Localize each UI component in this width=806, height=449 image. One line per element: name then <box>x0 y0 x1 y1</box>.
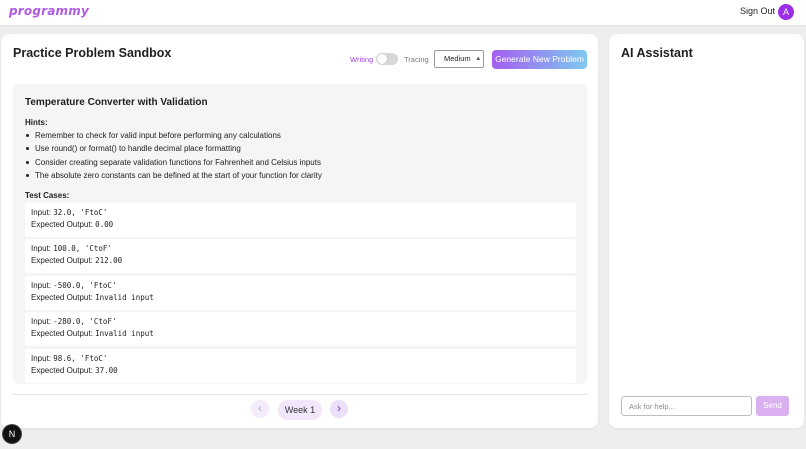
expected-output: 212.00 <box>95 256 123 265</box>
practice-sandbox-card: Practice Problem Sandbox Writing Tracing… <box>1 34 598 428</box>
sign-out-link[interactable]: Sign Out <box>740 6 775 16</box>
assistant-title: AI Assistant <box>621 46 693 60</box>
problem-title: Temperature Converter with Validation <box>25 97 208 108</box>
test-cases-heading: Test Cases: <box>25 191 70 200</box>
test-input: 100.0, 'CtoF' <box>53 244 112 253</box>
expected-output: 37.00 <box>95 366 118 375</box>
avatar[interactable]: A <box>778 4 794 20</box>
page-title: Practice Problem Sandbox <box>13 46 172 60</box>
test-case: Input: 32.0, 'FtoC' Expected Output: 0.0… <box>25 203 576 237</box>
dev-tools-badge[interactable]: N <box>3 425 21 443</box>
hint-item: Remember to check for valid input before… <box>26 131 281 140</box>
output-label: Expected Output: <box>31 293 93 302</box>
test-input: -500.0, 'FtoC' <box>53 281 117 290</box>
difficulty-select[interactable]: Medium ▴︎ <box>434 50 484 68</box>
chevron-right-icon[interactable]: › <box>330 400 348 418</box>
toggle-knob <box>377 54 387 64</box>
mode-toggle[interactable] <box>376 53 398 65</box>
expected-output: Invalid input <box>95 329 154 338</box>
test-case: Input: 100.0, 'CtoF' Expected Output: 21… <box>25 239 576 273</box>
hints-heading: Hints: <box>25 118 48 127</box>
output-label: Expected Output: <box>31 329 93 338</box>
hint-item: The absolute zero constants can be defin… <box>26 171 322 180</box>
pagination-divider <box>13 394 587 395</box>
output-label: Expected Output: <box>31 256 93 265</box>
current-week-pill: Week 1 <box>278 400 322 420</box>
input-label: Input: <box>31 281 52 290</box>
test-input: -280.0, 'CtoF' <box>53 317 117 326</box>
output-label: Expected Output: <box>31 366 93 375</box>
test-case: Input: -280.0, 'CtoF' Expected Output: I… <box>25 312 576 346</box>
input-label: Input: <box>31 354 52 363</box>
generate-new-problem-button[interactable]: Generate New Problem <box>492 50 587 69</box>
input-label: Input: <box>31 317 52 326</box>
hint-item: Consider creating separate validation fu… <box>26 158 321 167</box>
hint-item: Use round() or format() to handle decima… <box>26 144 241 153</box>
output-label: Expected Output: <box>31 220 93 229</box>
help-input[interactable] <box>621 396 752 416</box>
top-bar: programmy Sign Out A <box>0 0 806 25</box>
writing-mode-label: Writing <box>350 55 374 64</box>
expected-output: 0.00 <box>95 220 114 229</box>
chevron-updown-icon: ▴︎ <box>476 55 480 62</box>
difficulty-selected-value: Medium <box>444 54 471 63</box>
chevron-left-icon[interactable]: ‹ <box>251 400 269 418</box>
test-input: 98.6, 'FtoC' <box>53 354 108 363</box>
input-label: Input: <box>31 244 52 253</box>
problem-panel: Temperature Converter with Validation Hi… <box>13 84 587 384</box>
send-button[interactable]: Send <box>756 396 789 416</box>
ai-assistant-card: AI Assistant Send <box>609 34 804 428</box>
tracing-mode-label: Tracing <box>404 55 429 64</box>
test-case: Input: -500.0, 'FtoC' Expected Output: I… <box>25 276 576 310</box>
input-label: Input: <box>31 208 52 217</box>
test-input: 32.0, 'FtoC' <box>53 208 108 217</box>
expected-output: Invalid input <box>95 293 154 302</box>
app-logo[interactable]: programmy <box>9 4 89 18</box>
test-case: Input: 98.6, 'FtoC' Expected Output: 37.… <box>25 349 576 383</box>
